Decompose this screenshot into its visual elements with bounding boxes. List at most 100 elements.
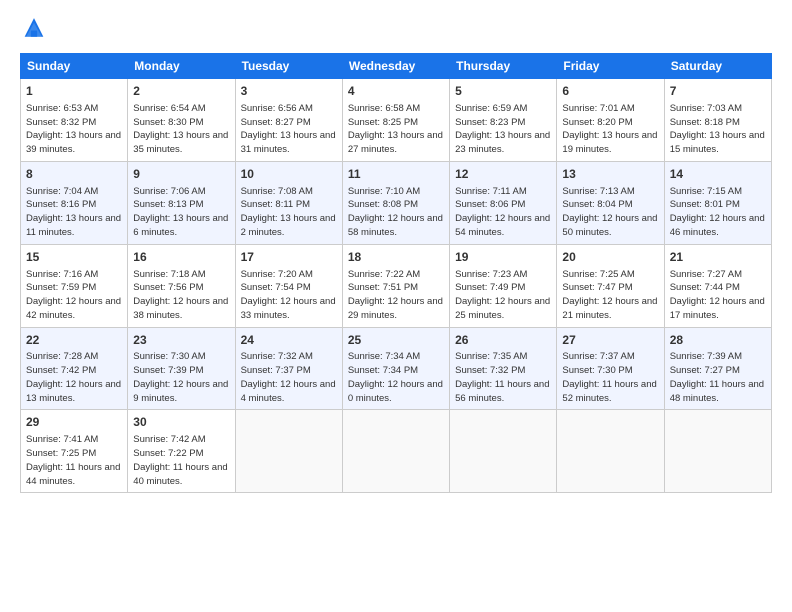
table-row: 8Sunrise: 7:04 AMSunset: 8:16 PMDaylight… bbox=[21, 161, 128, 244]
day-number: 28 bbox=[670, 332, 766, 349]
table-row: 22Sunrise: 7:28 AMSunset: 7:42 PMDayligh… bbox=[21, 327, 128, 410]
table-row bbox=[235, 410, 342, 493]
day-number: 8 bbox=[26, 166, 122, 183]
day-info: Sunrise: 7:39 AMSunset: 7:27 PMDaylight:… bbox=[670, 350, 766, 405]
day-info: Sunrise: 7:32 AMSunset: 7:37 PMDaylight:… bbox=[241, 350, 337, 405]
day-number: 19 bbox=[455, 249, 551, 266]
day-number: 29 bbox=[26, 414, 122, 431]
day-number: 22 bbox=[26, 332, 122, 349]
day-number: 9 bbox=[133, 166, 229, 183]
table-row: 25Sunrise: 7:34 AMSunset: 7:34 PMDayligh… bbox=[342, 327, 449, 410]
table-row: 13Sunrise: 7:13 AMSunset: 8:04 PMDayligh… bbox=[557, 161, 664, 244]
table-row: 9 Sunrise: 7:06 AMSunset: 8:13 PMDaylight… bbox=[128, 161, 235, 244]
table-row: 16 Sunrise: 7:18 AMSunset: 7:56 PMDayligh… bbox=[128, 244, 235, 327]
table-row: 14 Sunrise: 7:15 AMSunset: 8:01 PMDayligh… bbox=[664, 161, 771, 244]
table-row: 7 Sunrise: 7:03 AMSunset: 8:18 PMDaylight… bbox=[664, 79, 771, 162]
table-row: 11 Sunrise: 7:10 AMSunset: 8:08 PMDayligh… bbox=[342, 161, 449, 244]
table-row: 29 Sunrise: 7:41 AMSunset: 7:25 PMDayligh… bbox=[21, 410, 128, 493]
day-number: 10 bbox=[241, 166, 337, 183]
calendar-page: Sunday Monday Tuesday Wednesday Thursday… bbox=[0, 0, 792, 503]
day-info: Sunrise: 7:08 AMSunset: 8:11 PMDaylight:… bbox=[241, 185, 337, 240]
table-row: 1 Sunrise: 6:53 AMSunset: 8:32 PMDaylight… bbox=[21, 79, 128, 162]
table-row: 21 Sunrise: 7:27 AMSunset: 7:44 PMDayligh… bbox=[664, 244, 771, 327]
day-number: 21 bbox=[670, 249, 766, 266]
col-sunday: Sunday bbox=[21, 54, 128, 79]
day-info: Sunrise: 7:37 AMSunset: 7:30 PMDaylight:… bbox=[562, 350, 658, 405]
table-row: 4Sunrise: 6:58 AMSunset: 8:25 PMDaylight… bbox=[342, 79, 449, 162]
col-thursday: Thursday bbox=[450, 54, 557, 79]
col-saturday: Saturday bbox=[664, 54, 771, 79]
day-number: 5 bbox=[455, 83, 551, 100]
day-info: Sunrise: 7:35 AMSunset: 7:32 PMDaylight:… bbox=[455, 350, 551, 405]
table-row: 3 Sunrise: 6:56 AMSunset: 8:27 PMDaylight… bbox=[235, 79, 342, 162]
day-info: Sunrise: 7:10 AMSunset: 8:08 PMDaylight:… bbox=[348, 185, 444, 240]
day-info: Sunrise: 7:03 AMSunset: 8:18 PMDaylight:… bbox=[670, 102, 766, 157]
day-number: 16 bbox=[133, 249, 229, 266]
day-info: Sunrise: 7:41 AMSunset: 7:25 PMDaylight:… bbox=[26, 433, 122, 488]
table-row: 24Sunrise: 7:32 AMSunset: 7:37 PMDayligh… bbox=[235, 327, 342, 410]
day-info: Sunrise: 7:25 AMSunset: 7:47 PMDaylight:… bbox=[562, 268, 658, 323]
day-info: Sunrise: 6:58 AMSunset: 8:25 PMDaylight:… bbox=[348, 102, 444, 157]
day-info: Sunrise: 7:15 AMSunset: 8:01 PMDaylight:… bbox=[670, 185, 766, 240]
calendar-week-row: 8Sunrise: 7:04 AMSunset: 8:16 PMDaylight… bbox=[21, 161, 772, 244]
day-number: 23 bbox=[133, 332, 229, 349]
day-info: Sunrise: 7:20 AMSunset: 7:54 PMDaylight:… bbox=[241, 268, 337, 323]
day-info: Sunrise: 7:06 AMSunset: 8:13 PMDaylight:… bbox=[133, 185, 229, 240]
day-number: 25 bbox=[348, 332, 444, 349]
day-number: 12 bbox=[455, 166, 551, 183]
day-number: 7 bbox=[670, 83, 766, 100]
day-number: 3 bbox=[241, 83, 337, 100]
day-number: 20 bbox=[562, 249, 658, 266]
table-row: 30Sunrise: 7:42 AMSunset: 7:22 PMDayligh… bbox=[128, 410, 235, 493]
day-number: 14 bbox=[670, 166, 766, 183]
day-number: 24 bbox=[241, 332, 337, 349]
day-number: 6 bbox=[562, 83, 658, 100]
day-info: Sunrise: 7:28 AMSunset: 7:42 PMDaylight:… bbox=[26, 350, 122, 405]
col-friday: Friday bbox=[557, 54, 664, 79]
table-row: 28Sunrise: 7:39 AMSunset: 7:27 PMDayligh… bbox=[664, 327, 771, 410]
table-row: 2Sunrise: 6:54 AMSunset: 8:30 PMDaylight… bbox=[128, 79, 235, 162]
day-info: Sunrise: 6:56 AMSunset: 8:27 PMDaylight:… bbox=[241, 102, 337, 157]
table-row: 26Sunrise: 7:35 AMSunset: 7:32 PMDayligh… bbox=[450, 327, 557, 410]
day-info: Sunrise: 6:59 AMSunset: 8:23 PMDaylight:… bbox=[455, 102, 551, 157]
table-row: 27Sunrise: 7:37 AMSunset: 7:30 PMDayligh… bbox=[557, 327, 664, 410]
col-wednesday: Wednesday bbox=[342, 54, 449, 79]
col-monday: Monday bbox=[128, 54, 235, 79]
table-row bbox=[342, 410, 449, 493]
table-row: 12 Sunrise: 7:11 AMSunset: 8:06 PMDayligh… bbox=[450, 161, 557, 244]
table-row: 20 Sunrise: 7:25 AMSunset: 7:47 PMDayligh… bbox=[557, 244, 664, 327]
day-info: Sunrise: 6:53 AMSunset: 8:32 PMDaylight:… bbox=[26, 102, 122, 157]
day-number: 2 bbox=[133, 83, 229, 100]
table-row bbox=[450, 410, 557, 493]
table-row bbox=[557, 410, 664, 493]
table-row: 23Sunrise: 7:30 AMSunset: 7:39 PMDayligh… bbox=[128, 327, 235, 410]
day-number: 27 bbox=[562, 332, 658, 349]
day-info: Sunrise: 7:16 AMSunset: 7:59 PMDaylight:… bbox=[26, 268, 122, 323]
day-number: 1 bbox=[26, 83, 122, 100]
day-info: Sunrise: 7:30 AMSunset: 7:39 PMDaylight:… bbox=[133, 350, 229, 405]
day-info: Sunrise: 7:22 AMSunset: 7:51 PMDaylight:… bbox=[348, 268, 444, 323]
day-number: 18 bbox=[348, 249, 444, 266]
table-row bbox=[664, 410, 771, 493]
day-number: 15 bbox=[26, 249, 122, 266]
day-number: 30 bbox=[133, 414, 229, 431]
calendar-week-row: 22Sunrise: 7:28 AMSunset: 7:42 PMDayligh… bbox=[21, 327, 772, 410]
calendar-week-row: 1 Sunrise: 6:53 AMSunset: 8:32 PMDaylight… bbox=[21, 79, 772, 162]
table-row: 17Sunrise: 7:20 AMSunset: 7:54 PMDayligh… bbox=[235, 244, 342, 327]
table-row: 5 Sunrise: 6:59 AMSunset: 8:23 PMDaylight… bbox=[450, 79, 557, 162]
calendar-week-row: 15 Sunrise: 7:16 AMSunset: 7:59 PMDayligh… bbox=[21, 244, 772, 327]
day-info: Sunrise: 7:23 AMSunset: 7:49 PMDaylight:… bbox=[455, 268, 551, 323]
day-info: Sunrise: 7:11 AMSunset: 8:06 PMDaylight:… bbox=[455, 185, 551, 240]
logo bbox=[20, 15, 52, 43]
logo-icon bbox=[20, 15, 48, 43]
calendar-week-row: 29 Sunrise: 7:41 AMSunset: 7:25 PMDayligh… bbox=[21, 410, 772, 493]
day-info: Sunrise: 7:27 AMSunset: 7:44 PMDaylight:… bbox=[670, 268, 766, 323]
table-row: 6Sunrise: 7:01 AMSunset: 8:20 PMDaylight… bbox=[557, 79, 664, 162]
day-info: Sunrise: 7:18 AMSunset: 7:56 PMDaylight:… bbox=[133, 268, 229, 323]
header-row: Sunday Monday Tuesday Wednesday Thursday… bbox=[21, 54, 772, 79]
calendar-table: Sunday Monday Tuesday Wednesday Thursday… bbox=[20, 53, 772, 493]
col-tuesday: Tuesday bbox=[235, 54, 342, 79]
day-info: Sunrise: 7:13 AMSunset: 8:04 PMDaylight:… bbox=[562, 185, 658, 240]
day-number: 11 bbox=[348, 166, 444, 183]
table-row: 10 Sunrise: 7:08 AMSunset: 8:11 PMDayligh… bbox=[235, 161, 342, 244]
